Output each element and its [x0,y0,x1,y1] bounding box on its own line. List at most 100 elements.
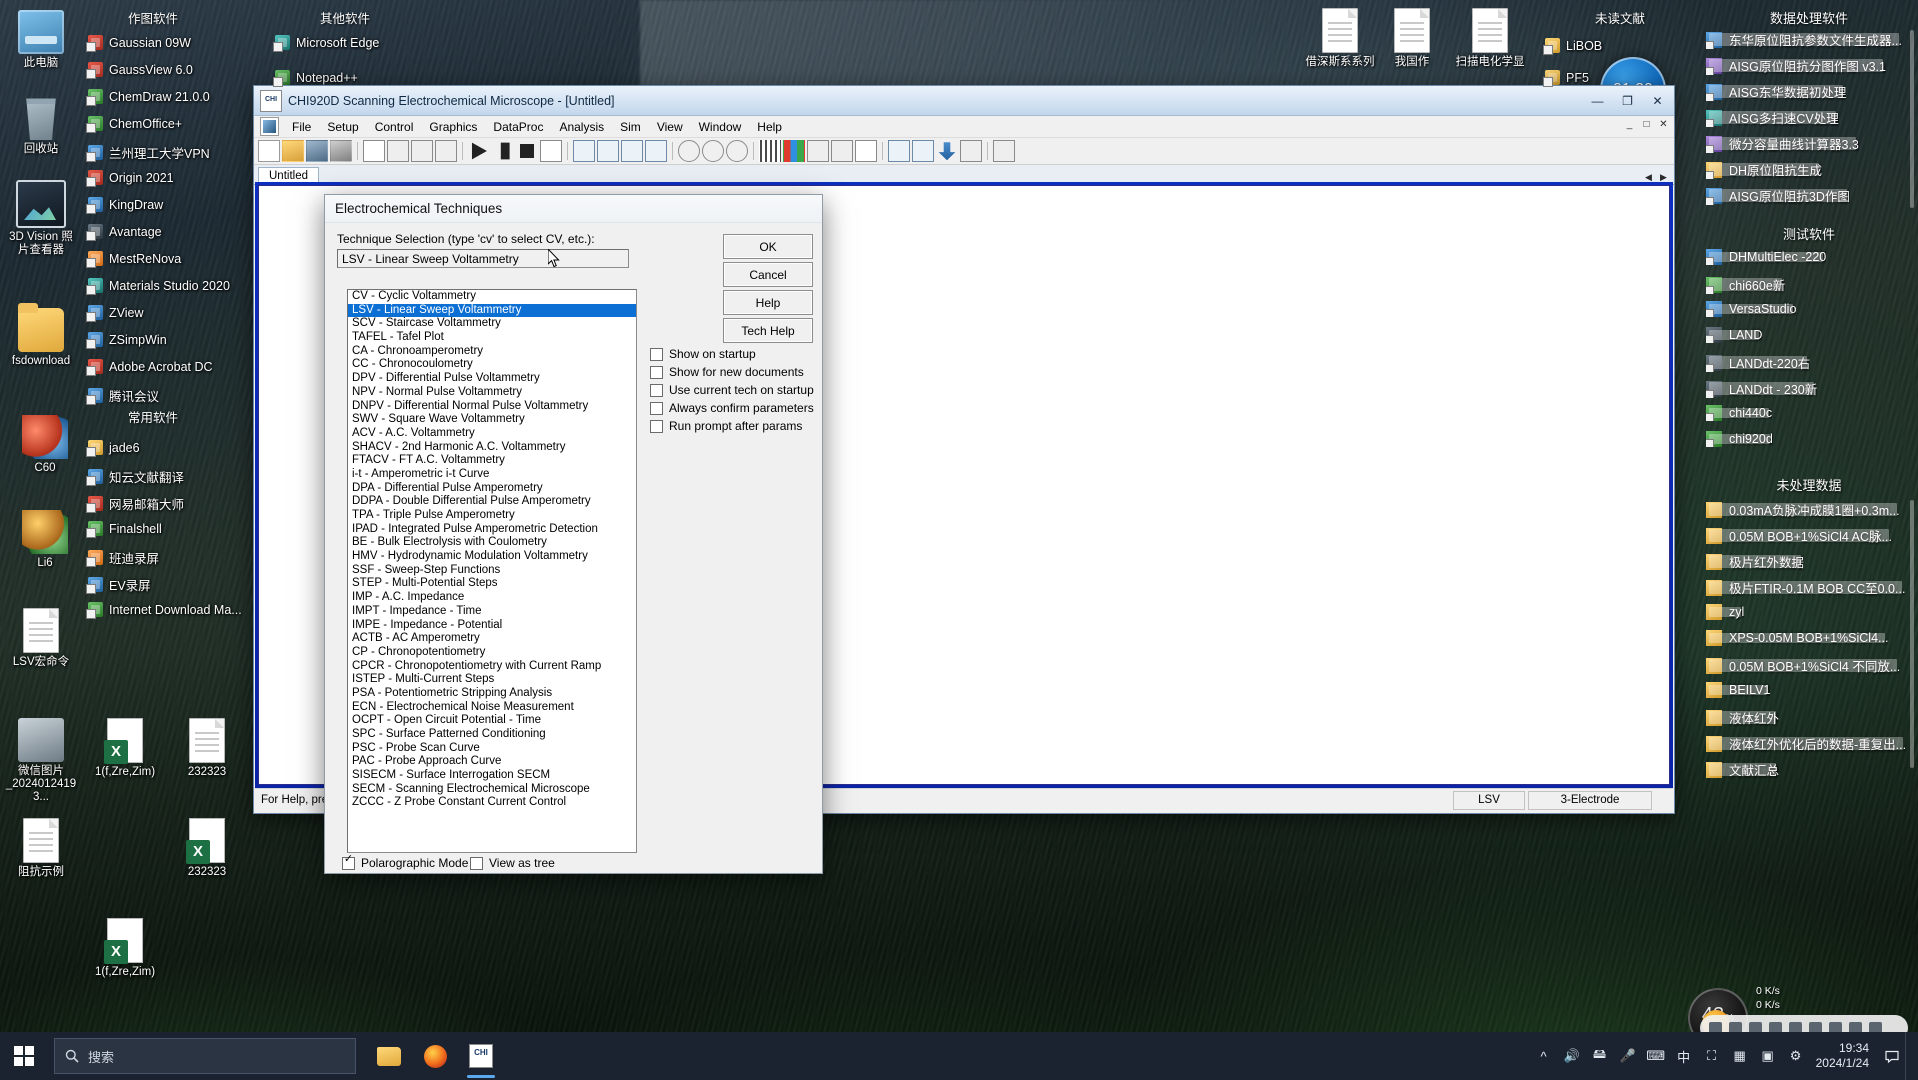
shortcut-chemdraw[interactable]: ChemDraw 21.0.0 [86,89,210,106]
run-icon[interactable] [471,142,487,160]
right-item-0-2[interactable]: AISG东华数据初处理 [1706,82,1846,101]
window-minimize-button[interactable]: — [1583,90,1612,111]
help-pointer-icon[interactable] [993,140,1015,162]
document-menu-icon[interactable] [260,117,279,136]
technique-list-item[interactable]: DPV - Differential Pulse Voltammetry [348,372,636,386]
window-close-button[interactable]: ✕ [1643,90,1672,111]
right-item-1-1[interactable]: chi660e新 [1706,275,1785,294]
shortcut-bandicam[interactable]: 班迪录屏 [86,548,159,567]
desktop-icon-shortcut-0[interactable]: 借深斯系系列 [1292,8,1388,69]
ok-button[interactable]: OK [723,234,813,259]
zoom-in-icon[interactable] [678,140,700,162]
technique-list-item[interactable]: i-t - Amperometric i-t Curve [348,468,636,482]
right-item-2-8[interactable]: 液体红外 [1706,708,1779,727]
checkbox-show-on-startup[interactable]: Show on startup [650,347,756,361]
technique-list-item[interactable]: SWV - Square Wave Voltammetry [348,413,636,427]
shortcut-gaussview[interactable]: GaussView 6.0 [86,62,193,79]
ime-panel-icon[interactable]: ▦ [1726,1032,1754,1080]
right-group-scroll-rail-2[interactable] [1910,500,1914,768]
help-button[interactable]: Help [723,290,813,315]
taskbar-item-firefox[interactable] [412,1032,458,1080]
checkbox-show-for-new-documents[interactable]: Show for new documents [650,365,804,379]
right-item-1-4[interactable]: LANDdt-220右 [1706,353,1810,372]
shortcut-ev-recorder[interactable]: EV录屏 [86,575,151,594]
show-desktop-button[interactable] [1905,1032,1914,1080]
right-item-0-5[interactable]: DH原位阻抗生成 [1706,160,1822,179]
ime-fullwidth-icon[interactable]: ⛶ [1698,1032,1726,1080]
shortcut-origin2021[interactable]: Origin 2021 [86,170,174,187]
shortcut-zsimpwin[interactable]: ZSimpWin [86,332,167,349]
right-item-2-9[interactable]: 液体红外优化后的数据-重复出... [1706,734,1906,753]
shortcut-jade6[interactable]: jade6 [86,440,140,457]
calibrate-icon[interactable] [912,140,934,162]
right-item-2-3[interactable]: 极片FTIR-0.1M BOB CC至0.0... [1706,578,1905,597]
network-icon[interactable]: 🖴 [1586,1032,1614,1080]
shortcut-gaussian09w[interactable]: Gaussian 09W [86,35,191,52]
data-table-icon[interactable] [855,140,877,162]
shortcut-zview[interactable]: ZView [86,305,144,322]
technique-list-item[interactable]: TAFEL - Tafel Plot [348,331,636,345]
right-item-0-3[interactable]: AISG多扫速CV处理 [1706,108,1839,127]
desktop-icon-232323-xls[interactable]: 232323 [170,818,244,879]
technique-list-item[interactable]: PSC - Probe Scan Curve [348,742,636,756]
right-item-0-0[interactable]: 东华原位阻抗参数文件生成器... [1706,30,1902,49]
right-item-1-7[interactable]: chi920d [1706,431,1773,447]
cancel-button[interactable]: Cancel [723,262,813,287]
shortcut-materials-studio[interactable]: Materials Studio 2020 [86,278,230,295]
shortcut-chemoffice[interactable]: ChemOffice+ [86,116,182,133]
shortcut-pf5-real[interactable]: PF5 [1543,70,1589,87]
checkbox-box[interactable] [342,854,355,870]
technique-list-item[interactable]: LSV - Linear Sweep Voltammetry [348,303,636,318]
menu-analysis[interactable]: Analysis [551,118,612,136]
right-item-1-6[interactable]: chi440c [1706,405,1772,421]
technique-list-item[interactable]: ZCCC - Z Probe Constant Current Control [348,796,636,810]
technique-list-item[interactable]: CPCR - Chronopotentiometry with Current … [348,660,636,674]
desktop-icon-wechat-image[interactable]: 微信图片_20240124193... [4,718,78,804]
technique-list-item[interactable]: SECM - Scanning Electrochemical Microsco… [348,783,636,797]
right-item-0-1[interactable]: AISG原位阻抗分图作图 v3.1 [1706,56,1886,75]
right-item-0-6[interactable]: AISG原位阻抗3D作图 [1706,186,1850,205]
shortcut-idm[interactable]: Internet Download Ma... [86,602,242,619]
desktop-icon-computer[interactable]: 此电脑 [4,10,78,70]
technique-list-item[interactable]: OCPT - Open Circuit Potential - Time [348,714,636,728]
menu-control[interactable]: Control [367,118,422,136]
taskbar[interactable]: 搜索 CHI ^ 🔊 🖴 🎤 ⌨ 中 ⛶ ▦ ▣ ⚙ 19:34 2024/1/… [0,1032,1918,1080]
mdi-minimize-button[interactable]: _ [1622,117,1637,132]
right-item-1-3[interactable]: LAND [1706,327,1762,343]
ime-toolbox-icon[interactable]: ▣ [1754,1032,1782,1080]
right-item-2-1[interactable]: 0.05M BOB+1%SiCl4 AC脉... [1706,526,1892,545]
text-tool-icon[interactable] [387,140,409,162]
stop-icon[interactable] [519,143,535,159]
mdi-restore-button[interactable]: □ [1639,117,1654,132]
desktop-icon-232323-doc[interactable]: 232323 [170,718,244,779]
checkbox-use-current-tech-on-startup[interactable]: Use current tech on startup [650,383,814,397]
technique-list-item[interactable]: SHACV - 2nd Harmonic A.C. Voltammetry [348,441,636,455]
right-item-2-4[interactable]: zyl [1706,604,1744,620]
shortcut-mestrenova[interactable]: MestReNova [86,251,181,268]
smooth-icon[interactable] [597,140,619,162]
technique-list-item[interactable]: STEP - Multi-Potential Steps [348,577,636,591]
menu-dataproc[interactable]: DataProc [485,118,551,136]
desktop-icon-shortcut-2[interactable]: 扫描电化学显 [1440,8,1540,69]
menu-file[interactable]: File [284,118,319,136]
technique-list-item[interactable]: DNPV - Differential Normal Pulse Voltamm… [348,400,636,414]
desktop-icon-li6[interactable]: Li6 [8,510,82,570]
right-item-0-4[interactable]: 微分容量曲线计算器3.3 [1706,134,1859,153]
technique-list-item[interactable]: CP - Chronopotentiometry [348,646,636,660]
technique-list-item[interactable]: DPA - Differential Pulse Amperometry [348,482,636,496]
technique-list-item[interactable]: FTACV - FT A.C. Voltammetry [348,454,636,468]
technique-list-item[interactable]: DDPA - Double Differential Pulse Amperom… [348,495,636,509]
export-icon[interactable] [960,140,982,162]
notification-icon[interactable] [1879,1032,1905,1080]
desktop-icon-c60[interactable]: C60 [8,415,82,475]
tech-help-button[interactable]: Tech Help [723,318,813,343]
bold-f-icon[interactable] [807,140,829,162]
checkbox-polarographic-mode[interactable]: Polarographic Mode [342,854,468,870]
technique-list-item[interactable]: ISTEP - Multi-Current Steps [348,673,636,687]
print-icon[interactable] [330,140,352,162]
checkbox-box[interactable] [470,856,483,870]
shortcut-acrobat[interactable]: Adobe Acrobat DC [86,359,213,376]
windows-start-icon[interactable] [0,1032,48,1080]
checkbox-box[interactable] [650,347,663,361]
shortcut-zhiyun[interactable]: 知云文献翻译 [86,467,184,486]
